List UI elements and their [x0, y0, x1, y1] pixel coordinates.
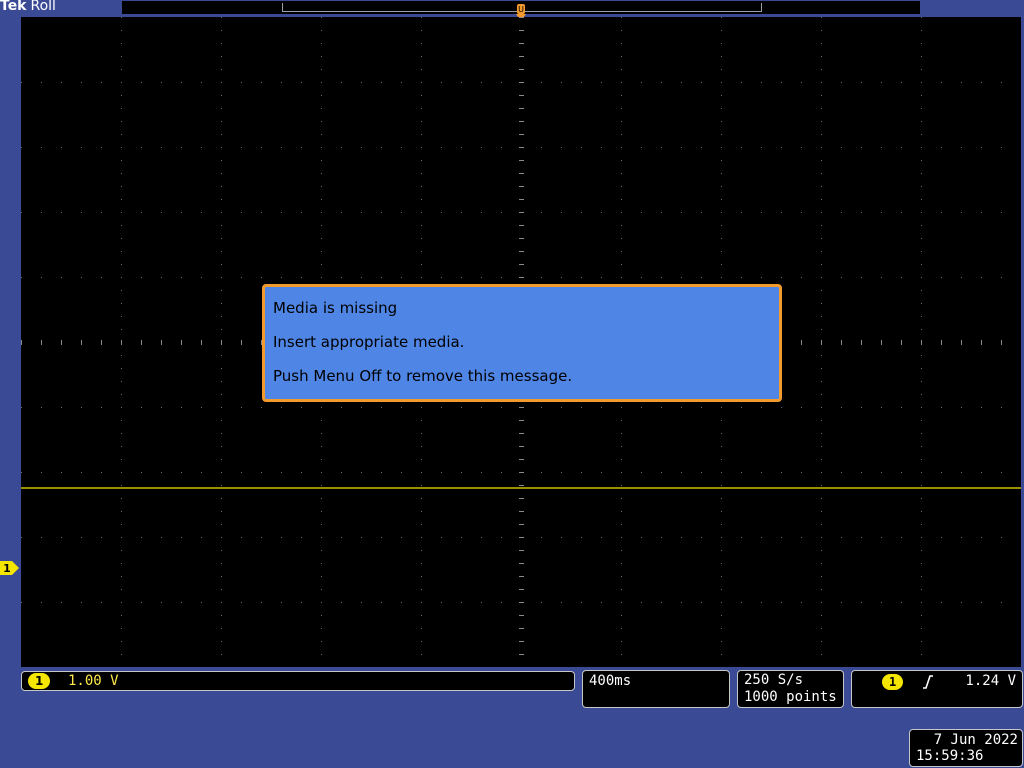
trigger-readout[interactable]: 1 1.24 V	[851, 670, 1023, 708]
record-length: 1000 points	[744, 689, 837, 705]
timebase-value: 400ms	[589, 673, 632, 689]
media-missing-dialog: Media is missing Insert appropriate medi…	[262, 284, 782, 402]
channel-1-badge: 1	[28, 673, 51, 689]
acquisition-readout[interactable]: 250 S/s 1000 points	[737, 670, 844, 708]
trigger-level: 1.24 V	[965, 673, 1016, 689]
top-bar: Tek Roll U	[0, 0, 1024, 21]
dialog-dismiss-hint: Push Menu Off to remove this message.	[273, 367, 573, 385]
sample-rate: 250 S/s	[744, 672, 804, 688]
brand-label: Tek Roll	[0, 0, 56, 14]
channel-1-scale: 1.00 V	[68, 673, 119, 689]
time-value: 15:59:36	[916, 748, 984, 764]
dialog-title: Media is missing	[273, 299, 398, 317]
channel-1-readout[interactable]: 1 1.00 V	[21, 671, 575, 691]
rising-edge-icon	[923, 675, 933, 689]
timebase-readout[interactable]: 400ms	[582, 670, 730, 708]
brand-name: Tek	[0, 0, 27, 14]
date-value: 7 Jun 2022	[933, 732, 1018, 748]
date-time-readout: 7 Jun 2022 15:59:36	[909, 729, 1023, 767]
acquisition-mode: Roll	[30, 0, 56, 14]
dialog-instruction: Insert appropriate media.	[273, 333, 465, 351]
channel-1-ground-marker[interactable]: 1	[0, 560, 20, 576]
trigger-source-badge: 1	[882, 674, 904, 690]
svg-text:1: 1	[3, 562, 11, 575]
svg-text:U: U	[518, 5, 524, 14]
